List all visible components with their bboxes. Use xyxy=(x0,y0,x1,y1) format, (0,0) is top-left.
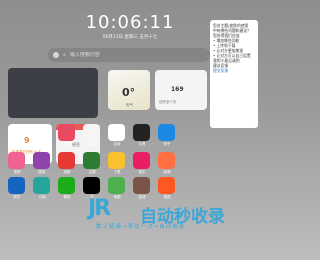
countdown-label: 还有多少天 xyxy=(159,100,177,104)
app-tile[interactable] xyxy=(158,177,175,194)
app-tile[interactable] xyxy=(58,177,75,194)
app-tile[interactable] xyxy=(158,124,175,141)
search-engine-icon[interactable] xyxy=(53,52,59,58)
countdown-days: 9 xyxy=(24,136,30,145)
app-label: 微博 xyxy=(63,142,71,146)
feedback-link[interactable]: 提交反馈 xyxy=(213,68,255,73)
app-label: 主题 xyxy=(88,170,96,174)
app-tile[interactable] xyxy=(33,152,50,169)
app-tile[interactable] xyxy=(33,177,50,194)
app-label: 微信 xyxy=(63,195,71,199)
app-label: 图库 xyxy=(38,170,46,174)
search-bar[interactable]: ⌕ xyxy=(48,48,210,62)
app-tile[interactable] xyxy=(58,152,75,169)
app-tile[interactable] xyxy=(108,124,125,141)
app-tile[interactable] xyxy=(133,177,150,194)
weather-temp: 0° xyxy=(122,86,136,99)
weather-label: 天气 xyxy=(126,103,133,107)
app-label: 邮箱 xyxy=(88,142,96,146)
app-tile[interactable] xyxy=(133,124,150,141)
app-label: 应用 xyxy=(113,142,121,146)
app-label: 订阅 xyxy=(38,195,46,199)
app-label: 知乎 xyxy=(163,142,171,146)
watermark-subtitle: 数上链接→来访一次→自动收录 xyxy=(96,224,186,230)
countdown-value: 169 xyxy=(171,86,184,93)
app-tile[interactable] xyxy=(58,124,75,141)
app-tile[interactable] xyxy=(108,177,125,194)
app-label: 视频 xyxy=(163,195,171,199)
app-label: 收件 xyxy=(13,195,21,199)
app-label: 抖音 xyxy=(138,142,146,146)
app-tile[interactable] xyxy=(83,124,100,141)
app-label: 视频 xyxy=(13,170,21,174)
app-label: 新闻 xyxy=(163,170,171,174)
weather-widget[interactable]: 0° 天气 xyxy=(108,70,150,110)
app-tile[interactable] xyxy=(83,177,100,194)
app-tile[interactable] xyxy=(83,152,100,169)
countdown-widget[interactable]: 169 还有多少天 xyxy=(155,70,207,110)
app-tile[interactable] xyxy=(133,152,150,169)
watermark-logo: JR xyxy=(88,196,111,221)
search-icon: ⌕ xyxy=(63,52,66,58)
wallpaper-widget[interactable] xyxy=(8,68,98,118)
app-tile[interactable] xyxy=(8,177,25,194)
app-tile[interactable] xyxy=(108,152,125,169)
feedback-panel: 您对主题/皮肤的使用 中有哪些问题和建议？ 您觉得我们应该 • 增加哪些功能 •… xyxy=(210,20,258,128)
app-tile[interactable] xyxy=(8,152,25,169)
app-label: 游戏 xyxy=(138,195,146,199)
app-label: 下载 xyxy=(113,170,121,174)
app-tile[interactable] xyxy=(158,152,175,169)
app-label: 相册 xyxy=(63,170,71,174)
search-input[interactable] xyxy=(69,52,170,58)
app-label: 音乐 xyxy=(138,170,146,174)
